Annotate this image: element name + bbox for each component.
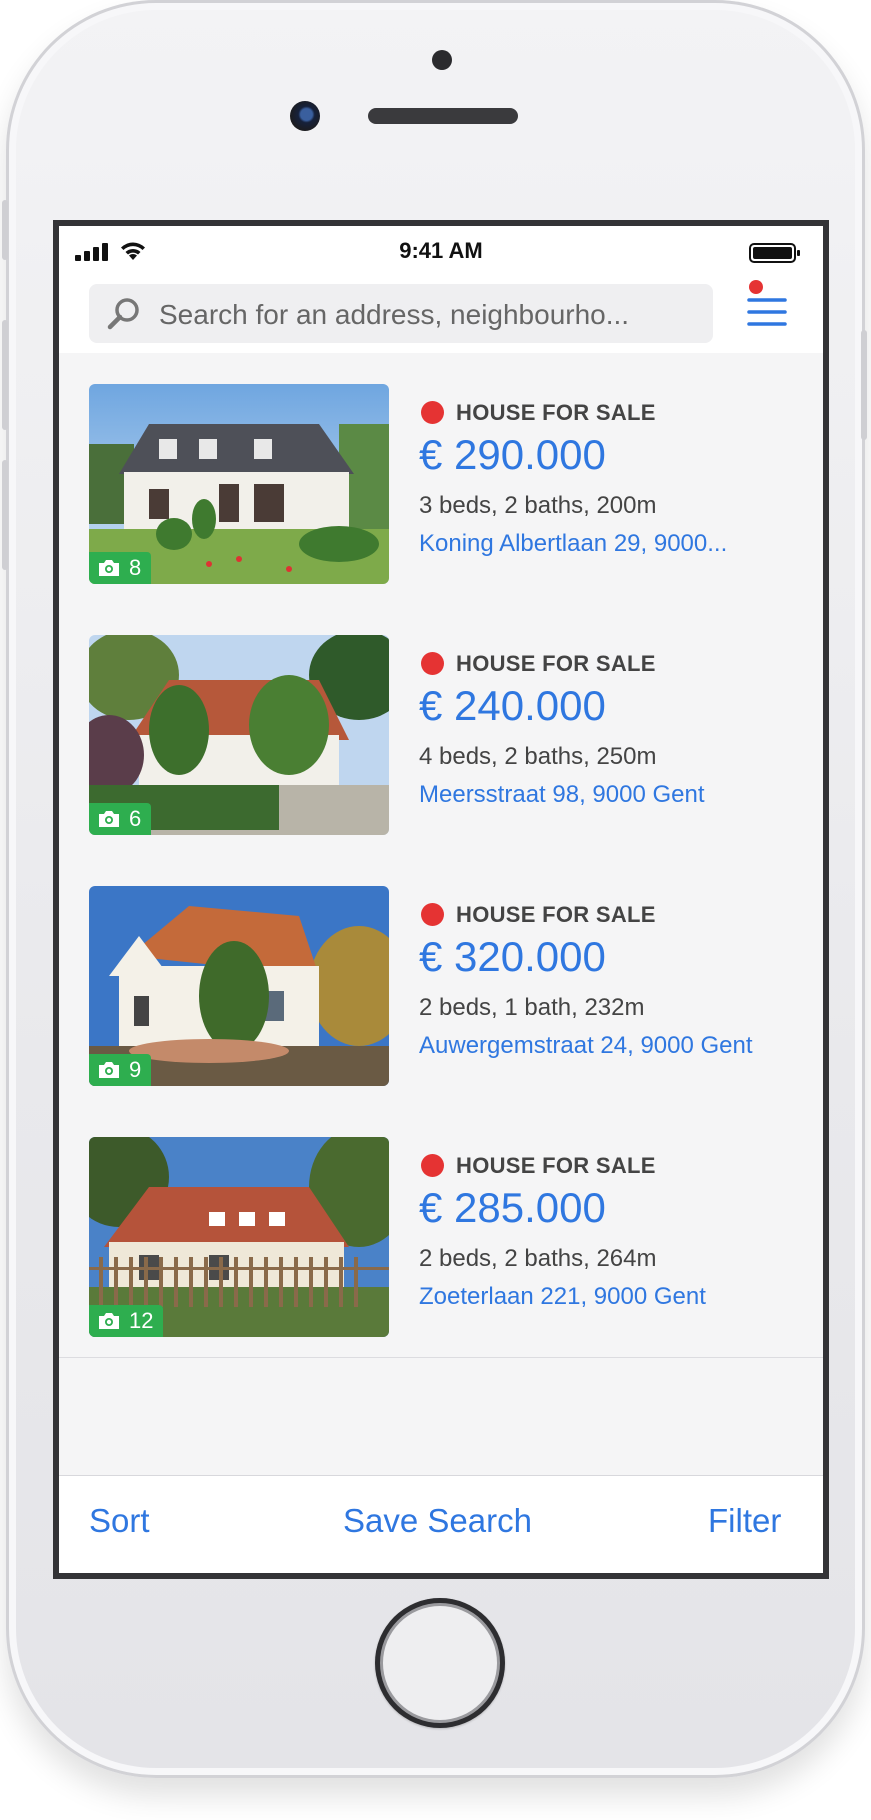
photo-count: 6 [129,806,142,831]
app-screen: 9:41 AM Search for an address, neighbour… [53,220,829,1579]
filter-button[interactable]: Filter [708,1502,781,1540]
search-header: Search for an address, neighbourho... [59,272,823,354]
volume-down-button [2,460,8,570]
for-sale-indicator [421,903,444,926]
listing-photo[interactable]: 8 [89,384,389,584]
listing-specs: 3 beds, 2 baths, 200m [419,492,657,519]
home-button[interactable] [375,1598,505,1728]
listing-type: HOUSE FOR SALE [456,400,656,425]
listing-price: € 240.000 [419,682,606,729]
battery-icon [749,243,800,263]
status-bar: 9:41 AM [59,226,823,272]
camera-icon [99,1313,119,1329]
photo-count: 8 [129,555,142,580]
front-camera [290,101,320,131]
for-sale-indicator [421,401,444,424]
listing-type: HOUSE FOR SALE [456,902,656,927]
listing-item[interactable]: 12 HOUSE FOR SALE € 285.000 2 beds, 2 ba… [59,1106,823,1358]
volume-up-button [2,320,8,430]
listing-address[interactable]: Auwergemstraat 24, 9000 Gent [419,1032,753,1060]
listing-price: € 290.000 [419,431,606,478]
sort-button[interactable]: Sort [89,1502,150,1540]
power-button [861,330,867,440]
proximity-sensor [432,50,452,70]
photo-count-badge: 12 [89,1305,164,1337]
listing-photo[interactable]: 6 [89,635,389,835]
status-time: 9:41 AM [399,238,483,263]
listing-specs: 4 beds, 2 baths, 250m [419,743,657,770]
camera-icon [99,560,119,576]
search-placeholder: Search for an address, neighbourho... [159,299,630,330]
for-sale-indicator [421,652,444,675]
listing-item[interactable]: 8 HOUSE FOR SALE € 290.000 3 beds, 2 bat… [59,353,823,605]
search-icon [107,298,139,330]
photo-count-badge: 9 [89,1054,152,1086]
photo-count-badge: 6 [89,803,152,835]
listing-address[interactable]: Meersstraat 98, 9000 Gent [419,781,705,809]
listing-price: € 285.000 [419,1184,606,1231]
save-search-button[interactable]: Save Search [343,1502,532,1540]
menu-icon[interactable] [741,286,793,336]
camera-icon [99,1062,119,1078]
camera-icon [99,811,119,827]
listing-price: € 320.000 [419,933,606,980]
listing-type: HOUSE FOR SALE [456,651,656,676]
listing-item[interactable]: 9 HOUSE FOR SALE € 320.000 2 beds, 1 bat… [59,855,823,1107]
photo-count-badge: 8 [89,552,152,584]
listing-photo[interactable]: 12 [89,1137,389,1337]
listing-photo[interactable]: 9 [89,886,389,1086]
notification-dot [749,280,763,294]
listing-type: HOUSE FOR SALE [456,1153,656,1178]
photo-count: 12 [129,1308,154,1333]
listing-address[interactable]: Koning Albertlaan 29, 9000... [419,530,727,558]
listing-specs: 2 beds, 2 baths, 264m [419,1245,657,1272]
bottom-toolbar: Sort Save Search Filter [59,1475,823,1573]
photo-count: 9 [129,1057,142,1082]
earpiece-speaker [368,108,518,124]
listing-address[interactable]: Zoeterlaan 221, 9000 Gent [419,1283,706,1311]
search-input[interactable]: Search for an address, neighbourho... [89,284,713,343]
listing-item[interactable]: 6 HOUSE FOR SALE € 240.000 4 beds, 2 bat… [59,604,823,856]
for-sale-indicator [421,1154,444,1177]
mute-switch [2,200,8,260]
listing-specs: 2 beds, 1 bath, 232m [419,994,645,1021]
